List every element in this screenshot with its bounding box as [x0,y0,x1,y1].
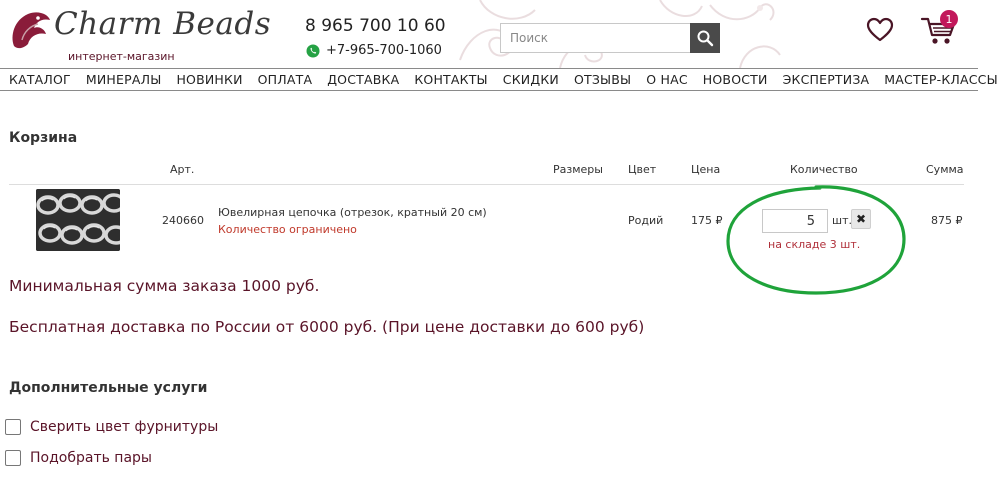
column-header-sum: Сумма [926,163,964,176]
search-bar [500,23,720,53]
min-order-notice: Минимальная сумма заказа 1000 руб. [9,277,320,295]
highlight-circle [726,185,906,295]
phone-number[interactable]: 8 965 700 10 60 [305,16,446,36]
nav-item-catalog[interactable]: КАТАЛОГ [9,72,71,87]
nav-item-masterclasses[interactable]: МАСТЕР-КЛАССЫ [884,72,998,87]
product-color: Родий [628,214,664,227]
whatsapp-contact[interactable]: +7-965-700-1060 [306,43,442,58]
limited-quantity-note: Количество ограничено [218,223,357,236]
option-label: Сверить цвет фурнитуры [30,419,219,435]
page-title: Корзина [9,130,78,146]
nav-item-reviews[interactable]: ОТЗЫВЫ [574,72,631,87]
column-header-price: Цена [691,163,721,176]
nav-item-about[interactable]: О НАС [646,72,688,87]
logo-bird-icon [12,12,51,49]
search-icon [697,30,714,47]
nav-item-news[interactable]: НОВОСТИ [703,72,768,87]
whatsapp-number: +7-965-700-1060 [326,43,442,58]
product-name[interactable]: Ювелирная цепочка (отрезок, кратный 20 с… [218,206,487,219]
column-header-quantity: Количество [790,163,858,176]
option-label: Подобрать пары [30,450,152,466]
nav-item-contacts[interactable]: КОНТАКТЫ [414,72,487,87]
product-sum: 875 ₽ [931,214,963,227]
site-logo[interactable]: Charm Beads интернет-магазин [8,4,271,64]
extra-option-check-color[interactable]: Сверить цвет фурнитуры [5,419,218,435]
nav-item-new[interactable]: НОВИНКИ [176,72,242,87]
extras-title: Дополнительные услуги [9,380,208,396]
extra-option-pick-pairs[interactable]: Подобрать пары [5,450,152,466]
heart-icon[interactable] [866,17,894,43]
column-header-art: Арт. [170,163,195,176]
column-header-color: Цвет [628,163,657,176]
product-price: 175 ₽ [691,214,723,227]
cart-count-badge: 1 [940,10,958,28]
search-input[interactable] [500,23,690,53]
logo-subtitle: интернет-магазин [68,50,175,63]
nav-item-payment[interactable]: ОПЛАТА [258,72,313,87]
product-art: 240660 [162,214,204,227]
free-delivery-notice: Бесплатная доставка по России от 6000 ру… [9,318,645,336]
column-header-sizes: Размеры [553,163,603,176]
site-header: Charm Beads интернет-магазин 8 965 700 1… [0,0,1000,68]
nav-item-expertise[interactable]: ЭКСПЕРТИЗА [783,72,870,87]
chain-image-icon [36,189,120,251]
nav-item-minerals[interactable]: МИНЕРАЛЫ [86,72,162,87]
search-button[interactable] [690,23,720,53]
product-thumbnail[interactable] [36,189,120,251]
checkbox[interactable] [5,450,21,466]
nav-item-delivery[interactable]: ДОСТАВКА [327,72,399,87]
main-nav: КАТАЛОГ МИНЕРАЛЫ НОВИНКИ ОПЛАТА ДОСТАВКА… [0,68,998,91]
nav-item-discounts[interactable]: СКИДКИ [503,72,559,87]
checkbox[interactable] [5,419,21,435]
logo-text: Charm Beads [54,6,272,42]
whatsapp-icon [306,44,320,57]
